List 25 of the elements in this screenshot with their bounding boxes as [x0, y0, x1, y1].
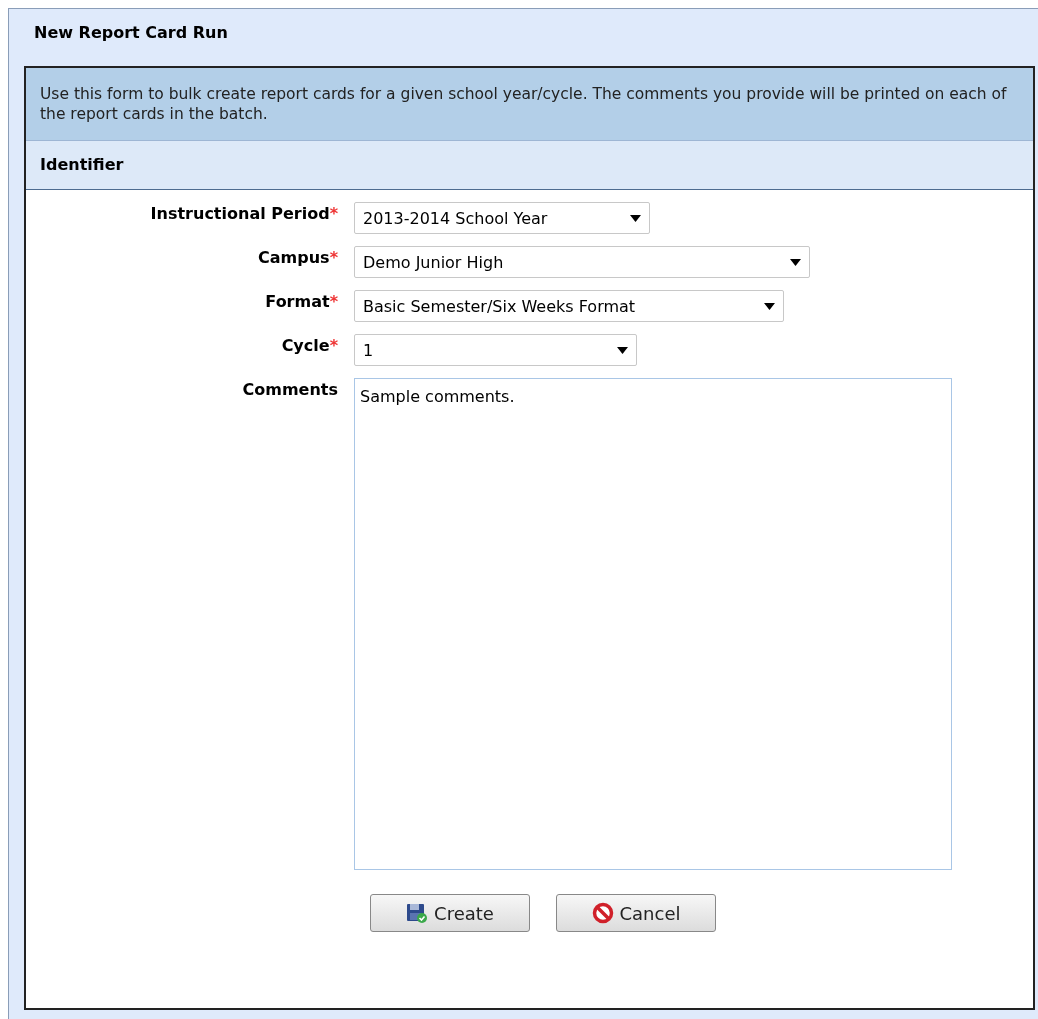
dropdown[interactable]: 1 [354, 334, 637, 366]
cancel-button[interactable]: Cancel [556, 894, 716, 932]
caret-icon [630, 215, 641, 222]
comments-field[interactable]: Sample comments. [354, 378, 952, 870]
required-mark: * [329, 248, 338, 267]
required-mark: * [329, 336, 338, 355]
panel-title: New Report Card Run [34, 23, 228, 42]
field-label: Cycle [281, 336, 330, 355]
field-label: Campus [258, 248, 330, 267]
required-mark: * [329, 292, 338, 311]
prohibited-icon [591, 902, 614, 924]
field-label: Format [265, 292, 330, 311]
dropdown[interactable]: Demo Junior High [354, 246, 810, 278]
form-description: Use this form to bulk create report cards for a given school year/cycle. The comments you provide will be printed on each of the report cards in the batch. [26, 68, 1033, 140]
field-label: Instructional Period [150, 204, 330, 223]
caret-icon [764, 303, 775, 310]
section-title: Identifier [40, 155, 124, 174]
dropdown[interactable]: 2013-2014 School Year [354, 202, 650, 234]
field-label: Comments [242, 380, 338, 399]
floppy-check-icon [406, 902, 429, 924]
create-button[interactable]: Create [370, 894, 530, 932]
required-mark: * [329, 204, 338, 223]
caret-icon [617, 347, 628, 354]
dropdown[interactable]: Basic Semester/Six Weeks Format [354, 290, 784, 322]
caret-icon [790, 259, 801, 266]
